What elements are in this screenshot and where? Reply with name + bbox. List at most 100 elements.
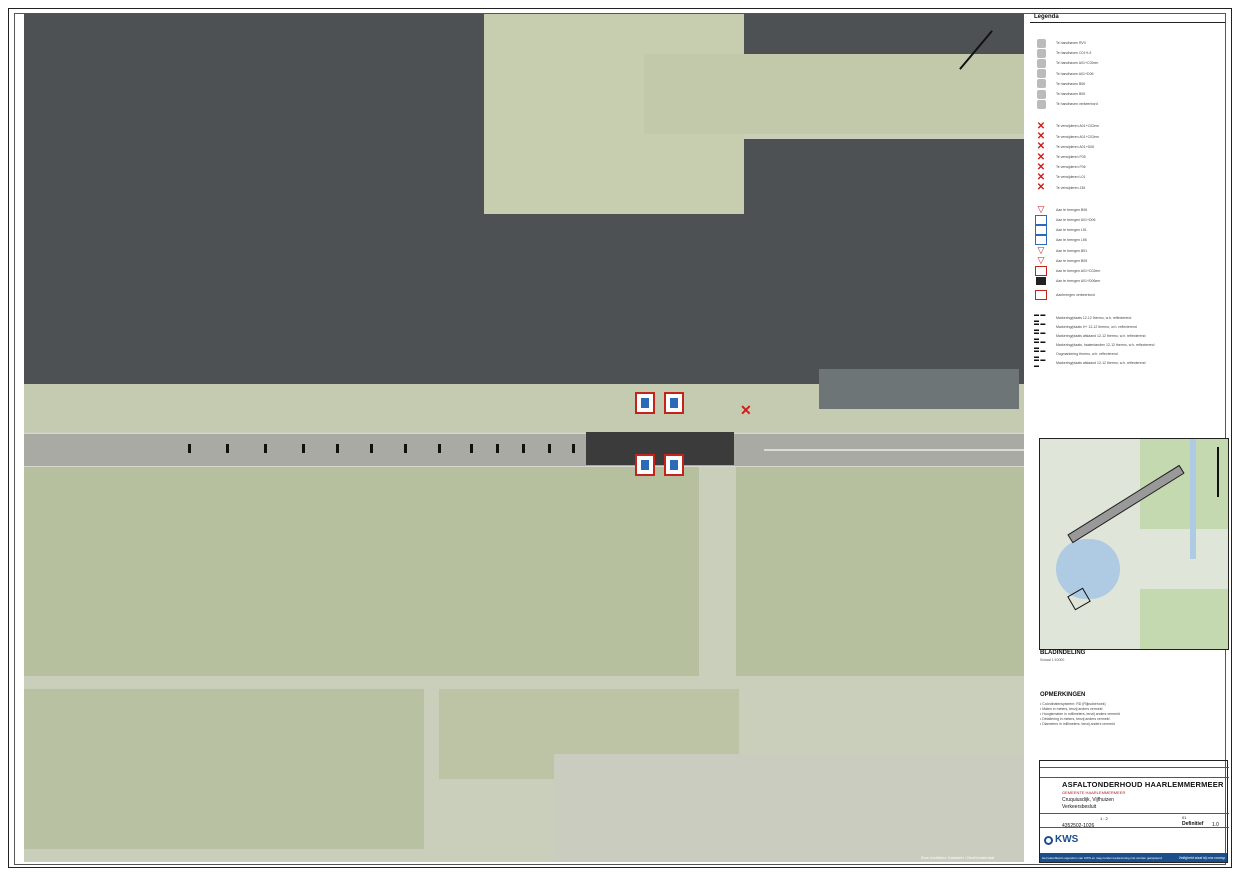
- legend-label: Te handhaven A01+C02em: [1056, 61, 1099, 66]
- client-name: GEMEENTE HAARLEMMERMEER: [1062, 790, 1126, 795]
- road-marking: [572, 444, 575, 453]
- legend-item: ✕ Te verwijderen F05: [1034, 152, 1086, 163]
- road-marking: [336, 444, 339, 453]
- info-sign-icon: [1034, 215, 1048, 225]
- legend-item: ▽ Aan te brengen B05: [1034, 255, 1088, 266]
- legend-symbol: [1036, 69, 1046, 79]
- legend-item: Aan te brengen A01+C02em: [1034, 266, 1100, 276]
- tb-divider: [1040, 767, 1229, 768]
- legend-label: Te verwijderen A01+C02em: [1056, 134, 1099, 139]
- road-marking: [496, 444, 499, 453]
- warning-sign-icon: ▽: [1034, 204, 1048, 215]
- legend-symbol: [1036, 99, 1046, 109]
- legend-symbol: [1035, 266, 1047, 276]
- legend-symbol: [1036, 277, 1046, 286]
- legend-label: Te handhaven B05: [1056, 92, 1086, 96]
- legend-symbol: ✕: [1036, 182, 1046, 194]
- legend-item: ✕ Te verwijderen J36: [1034, 182, 1085, 194]
- project-number: 4352502-1026: [1062, 823, 1095, 829]
- company-name: KWS: [1055, 834, 1079, 845]
- road-marking: [438, 444, 441, 453]
- legend-label: Aanbrengen verkeerbord: [1056, 293, 1095, 298]
- footer-slogan: Veiligheid staat bij ons voorop: [1178, 856, 1225, 860]
- legend-label: Oogmarkering thermo, w.h. reflecterend: [1056, 351, 1118, 356]
- legend-item: ✕ Te verwijderen A01+C02em: [1034, 131, 1099, 142]
- legend-item: Aan te brengen A01+D06: [1034, 215, 1095, 225]
- road-marking: [470, 444, 473, 453]
- buildings: [819, 369, 1019, 409]
- remove-sign-marker: ✕: [740, 402, 752, 418]
- drawing-subtitle-type: Verkeersbesluit: [1062, 804, 1097, 810]
- legend-item: Te handhaven A01+D06: [1034, 69, 1093, 79]
- remove-sign-icon: ✕: [1034, 141, 1048, 152]
- canal-water-main: [24, 214, 1024, 384]
- legend-label: Te verwijderen F05: [1056, 155, 1086, 159]
- prohibition-sign-icon: [1034, 290, 1048, 301]
- legend-label: Aan te brengen B05: [1056, 258, 1088, 263]
- field-left: [24, 466, 699, 676]
- legend-label: Aan te brengen L51: [1056, 228, 1087, 233]
- version-value: 1.0: [1212, 822, 1219, 828]
- legend-symbol: [1036, 79, 1046, 89]
- legend-symbol: [1035, 235, 1047, 246]
- legend-item: ✕ Te verwijderen F06: [1034, 162, 1086, 173]
- existing-sign-icon: [1034, 38, 1048, 48]
- legend-label: Te verwijderen A01+D06: [1056, 144, 1095, 149]
- existing-sign-icon: [1034, 69, 1048, 79]
- road-marking: [548, 444, 551, 453]
- legend-item: Te handhaven B06: [1034, 79, 1085, 89]
- drawing-subtitle-location: Cruquiusdijk, Vijfhuizen: [1062, 797, 1114, 803]
- existing-sign-icon: [1034, 48, 1048, 58]
- remark-item: • Coördinatensysteem: RD (Rijksdriehoek): [1040, 702, 1106, 706]
- existing-sign-icon: [1034, 99, 1048, 109]
- traffic-sign: [635, 454, 655, 476]
- overview-canal: [1190, 439, 1196, 559]
- legend-label: Markering/plaats H+ 12-12 thermo, w.h. r…: [1056, 324, 1137, 329]
- legend-label: Aan te brengen B06: [1056, 207, 1088, 212]
- remove-sign-icon: ✕: [1034, 121, 1048, 132]
- aerial-map: ✕ Bron luchtfoto: Kadaster / Beeldmateri…: [24, 14, 1024, 862]
- title-block-footer: Het tekenblad is eigendom van KWS en mag…: [1040, 853, 1227, 862]
- overview-subtitle: Schaal 1:10000: [1040, 658, 1065, 662]
- legend-symbol: [1035, 290, 1047, 301]
- legend-symbol: ▬ ▬ ▬: [1034, 356, 1046, 369]
- legend-label: Markering/plaats, haaientanden 12-12 the…: [1056, 342, 1155, 347]
- overview-map[interactable]: [1039, 438, 1229, 650]
- legend-item: ✕ Te verwijderen A01+D06: [1034, 141, 1095, 152]
- legend-item: ✕ Te verwijderen L01: [1034, 172, 1086, 183]
- traffic-sign: [664, 454, 684, 476]
- legend-item: Aan te brengen A01+D06em: [1034, 276, 1100, 286]
- footer-disclaimer: Het tekenblad is eigendom van KWS en mag…: [1042, 856, 1162, 860]
- road-marking: [188, 444, 191, 453]
- legend-item: ✕ Te verwijderen A01+C02em: [1034, 121, 1099, 132]
- legend-symbol: [1036, 89, 1046, 99]
- remove-sign-icon: ✕: [1034, 162, 1048, 173]
- road-marking: [226, 444, 229, 453]
- overview-north-arrow-icon: [1217, 447, 1219, 497]
- overview-title: BLADINDELING: [1040, 650, 1086, 656]
- legend-divider: [1030, 22, 1225, 23]
- legend-symbol: [1035, 225, 1047, 236]
- legend-label: Markering/plaats 12-12 thermo, w.h. refl…: [1056, 315, 1132, 320]
- legend-item: Te handhaven A01+C02em: [1034, 58, 1098, 68]
- legend-label: Aan te brengen A01+D06em: [1056, 279, 1101, 284]
- existing-sign-icon: [1034, 58, 1048, 68]
- legend-label: Te handhaven C01+L9: [1056, 51, 1092, 56]
- road-marking: [264, 444, 267, 453]
- warning-sign-icon: ▽: [1034, 255, 1048, 266]
- remove-sign-icon: ✕: [1034, 152, 1048, 163]
- remove-sign-icon: ✕: [1034, 172, 1048, 183]
- project-title: ASFALTONDERHOUD HAARLEMMERMEER: [1062, 780, 1224, 789]
- legend-label: Te handhaven verkeerbord: [1056, 102, 1098, 107]
- legend-symbol: ▽: [1037, 255, 1045, 266]
- legend-symbol: [1036, 48, 1046, 58]
- legend-item: Aan te brengen L51: [1034, 225, 1087, 236]
- upper-strip: [644, 54, 1024, 134]
- sheet-number: 01: [1182, 815, 1187, 820]
- road-centerline: [764, 449, 1024, 451]
- remark-item: • Detailering in meters, tenzij anders v…: [1040, 717, 1110, 721]
- remark-item: • Diameters in millimeters, tenzij ander…: [1040, 722, 1115, 726]
- legend-item: Te handhaven RVV: [1034, 38, 1086, 48]
- legend-item: ▬ ▬ ▬ Markering/plaats afslaand 12-12 the…: [1034, 356, 1146, 369]
- legend-label: Te verwijderen F06: [1056, 165, 1086, 170]
